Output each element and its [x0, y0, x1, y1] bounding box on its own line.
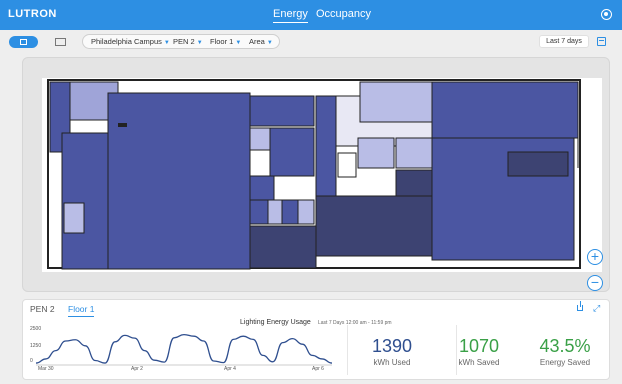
room — [267, 199, 283, 225]
x-tick-label: Apr 2 — [131, 366, 143, 372]
room — [297, 199, 315, 225]
area-select[interactable]: Area ▼ — [249, 37, 273, 46]
map-icon — [20, 39, 27, 45]
expand-icon[interactable]: ⤢ — [593, 303, 600, 314]
usage-series-line — [35, 333, 333, 364]
room — [249, 225, 317, 269]
lutron-logo: LUTRON — [8, 8, 57, 20]
floor-plan-drawing — [47, 79, 581, 270]
tab-pen-2[interactable]: PEN 2 — [30, 304, 55, 314]
room — [281, 199, 299, 225]
tab-floor-1[interactable]: Floor 1 — [68, 304, 95, 317]
user-profile-icon[interactable] — [601, 9, 612, 20]
room — [395, 169, 433, 197]
room — [337, 152, 357, 178]
y-tick-label: 0 — [30, 358, 33, 364]
chevron-down-icon: ▼ — [266, 40, 273, 46]
room — [431, 81, 579, 139]
room — [359, 81, 433, 123]
floor-plan[interactable] — [42, 78, 602, 272]
chevron-down-icon: ▼ — [235, 40, 242, 46]
room — [249, 199, 269, 225]
room — [357, 137, 395, 169]
share-icon[interactable] — [577, 301, 583, 311]
fixture — [118, 123, 127, 127]
list-view-button[interactable] — [54, 36, 68, 48]
room — [249, 127, 271, 151]
energy-line-chart — [35, 333, 333, 366]
room — [249, 95, 315, 127]
map-view-button[interactable] — [9, 36, 38, 48]
energy-saved-label: Energy Saved — [539, 358, 591, 367]
room — [315, 95, 337, 197]
energy-saved-value: 43.5% — [539, 336, 591, 356]
location-breadcrumb: Philadelphia Campus ▼ PEN 2 ▼ Floor 1 ▼ Are… — [82, 34, 280, 49]
x-tick-label: Mar 30 — [38, 366, 54, 372]
campus-select[interactable]: Philadelphia Campus ▼ — [91, 37, 170, 46]
nav-energy[interactable]: Energy — [273, 8, 308, 23]
nav-occupancy[interactable]: Occupancy — [316, 8, 371, 20]
x-tick-label: Apr 4 — [224, 366, 236, 372]
chevron-down-icon: ▼ — [196, 40, 203, 46]
building-select[interactable]: PEN 2 ▼ — [173, 37, 203, 46]
room — [249, 175, 275, 201]
chevron-down-icon: ▼ — [163, 40, 170, 46]
room — [395, 137, 433, 169]
room — [269, 127, 315, 177]
room — [107, 92, 251, 270]
x-tick-label: Apr 6 — [312, 366, 324, 372]
room — [63, 202, 85, 234]
calendar-icon[interactable] — [597, 37, 606, 46]
date-range-button[interactable]: Last 7 days — [539, 35, 589, 48]
zoom-in-button[interactable]: + — [587, 249, 603, 265]
floor-select[interactable]: Floor 1 ▼ — [210, 37, 241, 46]
room — [507, 151, 569, 177]
room — [315, 195, 433, 257]
room — [61, 132, 109, 270]
top-bar: LUTRON Energy Occupancy — [0, 0, 622, 30]
zoom-out-button[interactable]: − — [587, 275, 603, 291]
list-icon — [55, 38, 66, 46]
